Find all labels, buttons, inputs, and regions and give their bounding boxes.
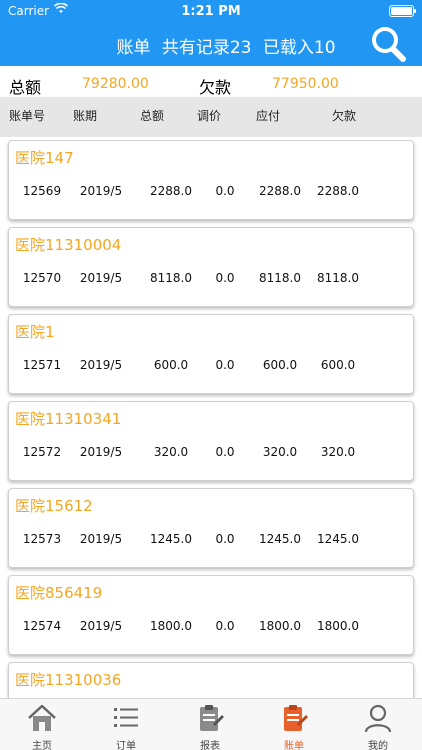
col-period: 账期 — [73, 109, 98, 123]
home-icon — [28, 704, 56, 731]
tab-label: 我的 — [368, 741, 388, 750]
tab-orders[interactable]: 订单 — [84, 699, 168, 750]
bill-payable: 600.0 — [262, 358, 298, 372]
report-icon — [200, 705, 224, 731]
app-header: Carrier 1:21 PM 账单 共有记录23 已载入10 — [0, 0, 422, 66]
hospital-name: 医院856419 — [15, 584, 103, 602]
bill-debt: 320.0 — [320, 445, 356, 459]
search-icon — [372, 27, 406, 62]
total-value: 79280.00 — [82, 76, 149, 92]
loaded-count: 已载入10 — [262, 38, 336, 58]
summary-bar: 总额 79280.00 欠款 77950.00 — [0, 72, 422, 97]
bill-adjust: 0.0 — [215, 619, 235, 633]
bill-payable: 8118.0 — [259, 271, 301, 285]
bill-debt: 1800.0 — [317, 619, 359, 633]
bill-total: 600.0 — [153, 358, 189, 372]
total-label: 总额 — [9, 78, 42, 97]
bill-debt: 600.0 — [320, 358, 356, 372]
bill-adjust: 0.0 — [215, 445, 235, 459]
tab-bills[interactable]: 账单 — [252, 699, 336, 750]
col-bill-id: 账单号 — [9, 109, 46, 123]
hospital-name: 医院11310036 — [15, 671, 122, 689]
record-count: 共有记录23 — [161, 38, 252, 58]
bill-adjust: 0.0 — [215, 358, 235, 372]
bill-total: 1800.0 — [150, 619, 192, 633]
hospital-name: 医院11310341 — [15, 410, 122, 428]
bill-card[interactable]: 医院11310004 12570 2019/5 8118.0 0.0 8118.… — [8, 227, 414, 307]
bill-period: 2019/5 — [79, 184, 123, 198]
hospital-name: 医院11310004 — [15, 236, 122, 254]
bill-id: 12569 — [22, 184, 62, 198]
tab-reports[interactable]: 报表 — [168, 699, 252, 750]
list-icon — [114, 708, 138, 727]
bill-id: 12574 — [22, 619, 62, 633]
tab-mine[interactable]: 我的 — [336, 699, 420, 750]
bill-payable: 2288.0 — [259, 184, 301, 198]
bill-id: 12571 — [22, 358, 62, 372]
hospital-name: 医院147 — [15, 149, 74, 167]
bill-adjust: 0.0 — [215, 184, 235, 198]
bill-total: 1245.0 — [150, 532, 192, 546]
tab-label: 报表 — [200, 741, 220, 750]
bill-adjust: 0.0 — [215, 271, 235, 285]
bill-period: 2019/5 — [79, 358, 123, 372]
bill-id: 12573 — [22, 532, 62, 546]
hospital-name: 医院1 — [15, 323, 55, 341]
bill-card[interactable]: 医院11310341 12572 2019/5 320.0 0.0 320.0 … — [8, 401, 414, 481]
bill-total: 2288.0 — [150, 184, 192, 198]
bill-card[interactable]: 医院856419 12574 2019/5 1800.0 0.0 1800.0 … — [8, 575, 414, 655]
bill-period: 2019/5 — [79, 271, 123, 285]
hospital-name: 医院15612 — [15, 497, 93, 515]
bill-icon — [284, 705, 308, 731]
bill-period: 2019/5 — [79, 445, 123, 459]
col-debt: 欠款 — [332, 109, 357, 123]
bill-card[interactable]: 医院15612 12573 2019/5 1245.0 0.0 1245.0 1… — [8, 488, 414, 568]
bill-id: 12572 — [22, 445, 62, 459]
tab-label: 订单 — [116, 741, 136, 750]
bill-debt: 2288.0 — [317, 184, 359, 198]
bill-id: 12570 — [22, 271, 62, 285]
battery-icon — [389, 5, 416, 17]
tab-home[interactable]: 主页 — [0, 699, 84, 750]
tab-bar: 主页 订单 报表 账单 我的 — [0, 698, 422, 750]
page-title: 账单 共有记录23 已载入10 — [0, 33, 422, 58]
user-icon — [364, 704, 392, 733]
status-time: 1:21 PM — [181, 4, 241, 19]
bill-payable: 320.0 — [262, 445, 298, 459]
bill-period: 2019/5 — [79, 532, 123, 546]
bill-card[interactable]: 医院1 12571 2019/5 600.0 0.0 600.0 600.0 — [8, 314, 414, 394]
bill-total: 320.0 — [153, 445, 189, 459]
search-button[interactable] — [366, 22, 408, 64]
status-bar: Carrier 1:21 PM — [0, 0, 422, 22]
bill-debt: 8118.0 — [317, 271, 359, 285]
col-total: 总额 — [140, 109, 165, 123]
bill-payable: 1800.0 — [259, 619, 301, 633]
bill-card[interactable]: 医院11310036 — [8, 662, 414, 698]
bill-card[interactable]: 医院147 12569 2019/5 2288.0 0.0 2288.0 228… — [8, 140, 414, 220]
bill-payable: 1245.0 — [259, 532, 301, 546]
title-label: 账单 — [116, 38, 151, 58]
col-adjust: 调价 — [197, 109, 222, 123]
debt-label: 欠款 — [199, 78, 232, 97]
tab-label: 账单 — [284, 741, 304, 750]
bill-total: 8118.0 — [150, 271, 192, 285]
bill-period: 2019/5 — [79, 619, 123, 633]
col-payable: 应付 — [256, 109, 281, 123]
bill-adjust: 0.0 — [215, 532, 235, 546]
bill-list[interactable]: 医院147 12569 2019/5 2288.0 0.0 2288.0 228… — [0, 140, 422, 698]
tab-label: 主页 — [32, 741, 52, 750]
bill-debt: 1245.0 — [317, 532, 359, 546]
debt-value: 77950.00 — [272, 76, 339, 92]
column-header: 账单号 账期 总额 调价 应付 欠款 — [0, 97, 422, 137]
